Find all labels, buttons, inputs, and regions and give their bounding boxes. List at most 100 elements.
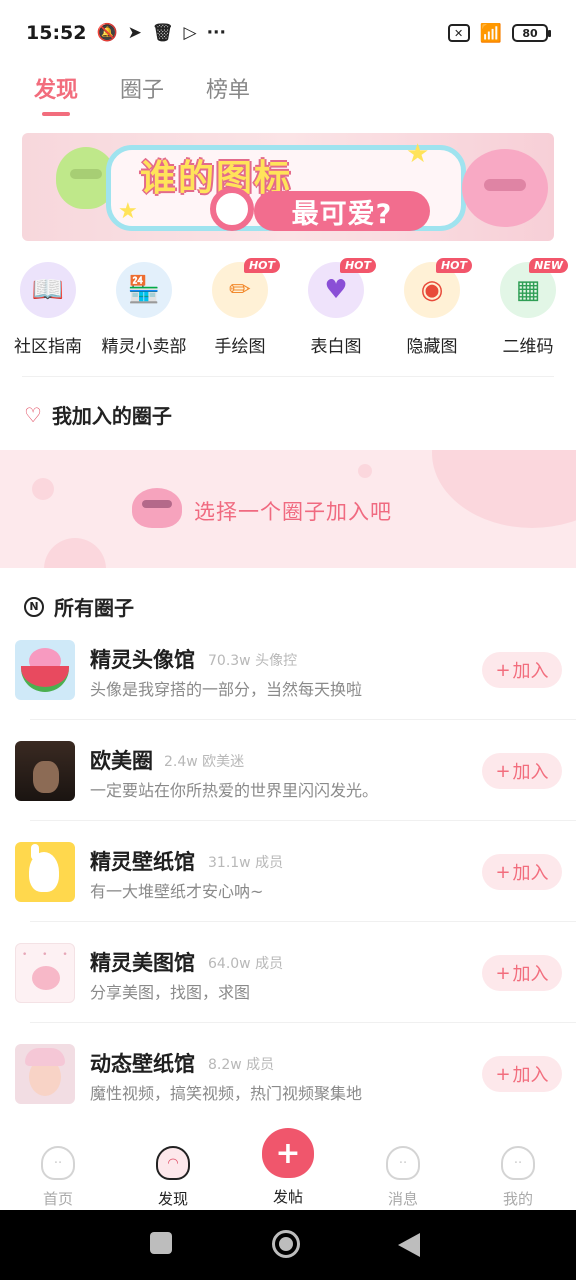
join-button[interactable]: + 加入 [482,1056,562,1092]
tab-discover[interactable]: 发现 [34,66,78,116]
circle-meta: 2.4w 欧美迷 [164,751,244,771]
quick-link-community-guide[interactable]: 📖 社区指南 [0,262,96,357]
plus-icon: + [495,659,511,681]
circle-desc: 魔性视频，搞笑视频，热门视频聚集地 [90,1084,363,1103]
circle-n-icon: N [24,596,44,617]
join-prompt-text: 选择一个圈子加入吧 [194,500,392,524]
pink-mascot-illustration [462,149,548,227]
circle-row-western[interactable]: 欧美圈 2.4w 欧美迷 一定要站在你所热爱的世界里闪闪发光。 + 加入 [0,741,576,841]
divider [22,376,554,377]
tab-rankings[interactable]: 榜单 [206,66,250,104]
member-label: 头像控 [255,653,298,669]
back-icon[interactable] [398,1233,420,1257]
bell-muted-icon: 🔕 [96,23,118,43]
recents-icon[interactable] [150,1232,172,1254]
circle-meta: 8.2w 成员 [208,1054,274,1074]
quick-link-label: 隐藏图 [406,337,458,357]
nav-label: 首页 [42,1190,73,1208]
home-icon[interactable] [272,1230,300,1258]
section-title: 所有圈子 [54,596,134,620]
nav-home[interactable]: ·· 首页 [8,1124,108,1209]
circle-row-pictures[interactable]: • • • 精灵美图馆 64.0w 成员 分享美图，找图，求图 + 加入 [0,943,576,1043]
nav-discover[interactable]: ◠ 发现 [123,1124,223,1209]
nav-messages[interactable]: ·· 消息 [353,1124,453,1209]
sim-off-icon: ✕ [447,24,470,42]
decor-dot [358,464,372,478]
member-label: 成员 [246,1057,275,1073]
join-label: 加入 [512,863,549,884]
hot-badge: HOT [243,258,280,273]
member-count: 31.1w [208,855,251,871]
bottom-nav: ·· 首页 ◠ 发现 + 发帖 ·· 消息 ·· 我的 [0,1124,576,1210]
guide-book-icon: 📖 [20,262,76,318]
my-circles-header: ♡ 我加入的圈子 [24,400,172,429]
quick-link-shop[interactable]: 🏪 精灵小卖部 [96,262,192,357]
circle-avatar: • • • [15,943,75,1003]
quick-link-hidden[interactable]: ◉ HOT 隐藏图 [384,258,480,357]
banner-subtitle: 最可爱? [254,191,430,231]
circle-avatar [15,842,75,902]
join-label: 加入 [512,1065,549,1086]
join-button[interactable]: + 加入 [482,854,562,890]
quick-link-label: 精灵小卖部 [101,337,187,357]
circle-avatar [15,741,75,801]
plus-icon: + [262,1128,314,1178]
join-label: 加入 [512,762,549,783]
circle-desc: 分享美图，找图，求图 [90,983,251,1002]
shop-icon: 🏪 [116,262,172,318]
circle-name: 动态壁纸馆 [90,1052,195,1076]
member-label: 成员 [255,956,284,972]
circle-name: 精灵美图馆 [90,951,195,975]
pencil-icon: ✏ HOT [212,258,280,318]
decor-blob [432,450,576,528]
join-button[interactable]: + 加入 [482,652,562,688]
nav-post[interactable]: + 发帖 [238,1124,338,1207]
heart-card-icon: ♥ HOT [308,258,376,318]
section-title: 我加入的圈子 [51,404,172,428]
tab-circles[interactable]: 圈子 [120,66,164,104]
circle-avatar [15,1044,75,1104]
circle-name: 欧美圈 [90,749,153,773]
wifi-icon: 📶 [479,22,502,44]
qr-code-icon: ▦ NEW [500,258,568,318]
divider [30,1022,576,1023]
member-label: 欧美迷 [202,754,245,770]
decor-dot [32,478,54,500]
plus-icon: + [495,760,511,782]
decor-blob [44,538,106,568]
member-count: 70.3w [208,653,251,669]
quick-link-qr-code[interactable]: ▦ NEW 二维码 [480,258,576,357]
system-nav-bar [0,1210,576,1280]
quick-link-confession[interactable]: ♥ HOT 表白图 [288,258,384,357]
circle-meta: 64.0w 成员 [208,953,283,973]
circle-row-avatar-hall[interactable]: 精灵头像馆 70.3w 头像控 头像是我穿搭的一部分，当然每天换啦 + 加入 [0,640,576,740]
divider [30,921,576,922]
battery-icon: 80 [512,24,551,42]
join-label: 加入 [512,661,549,682]
eye-icon: ◉ HOT [404,258,472,318]
member-count: 2.4w [164,754,198,770]
plus-icon: + [495,861,511,883]
star-icon: ★ [118,199,138,224]
circle-desc: 头像是我穿搭的一部分，当然每天换啦 [90,680,363,699]
circle-name: 精灵壁纸馆 [90,850,195,874]
nav-label: 消息 [387,1190,418,1208]
quick-link-label: 二维码 [502,337,554,357]
hot-badge: HOT [435,258,472,273]
circle-meta: 31.1w 成员 [208,852,283,872]
telegram-icon: ➤ [127,23,142,43]
play-icon: ▷ [183,23,197,43]
new-badge: NEW [529,258,568,273]
quick-link-hand-drawn[interactable]: ✏ HOT 手绘图 [192,258,288,357]
trash-icon: 🗑 [151,23,174,43]
join-button[interactable]: + 加入 [482,955,562,991]
nav-profile[interactable]: ·· 我的 [468,1124,568,1209]
promo-banner[interactable]: 谁的图标 最可爱? ★ ★ [22,133,554,241]
circle-row-wallpaper[interactable]: 精灵壁纸馆 31.1w 成员 有一大堆壁纸才安心呐~ + 加入 [0,842,576,942]
nav-label: 发帖 [272,1188,303,1206]
join-circle-prompt[interactable]: 选择一个圈子加入吧 [0,450,576,568]
profile-mascot-icon: ·· [501,1146,535,1180]
quick-link-label: 手绘图 [214,337,266,357]
join-button[interactable]: + 加入 [482,753,562,789]
home-mascot-icon: ·· [41,1146,75,1180]
